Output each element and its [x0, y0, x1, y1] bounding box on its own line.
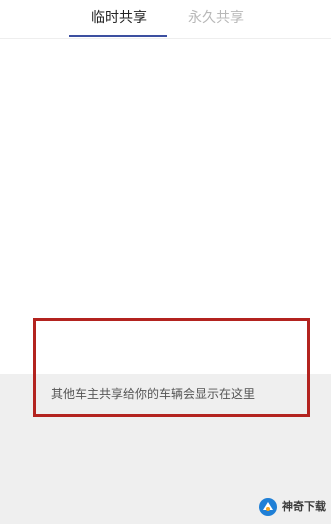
watermark-text: 神奇下载	[282, 500, 326, 513]
watermark-logo-icon	[259, 498, 277, 516]
empty-state-message: 其他车主共享给你的车辆会显示在这里	[51, 387, 256, 401]
watermark: 神奇下载	[258, 496, 328, 518]
active-tab-indicator	[69, 35, 167, 37]
tab-bar: 临时共享 永久共享	[0, 0, 331, 39]
tab-temporary-share[interactable]: 临时共享	[79, 8, 159, 28]
tab-permanent-share[interactable]: 永久共享	[176, 8, 256, 28]
